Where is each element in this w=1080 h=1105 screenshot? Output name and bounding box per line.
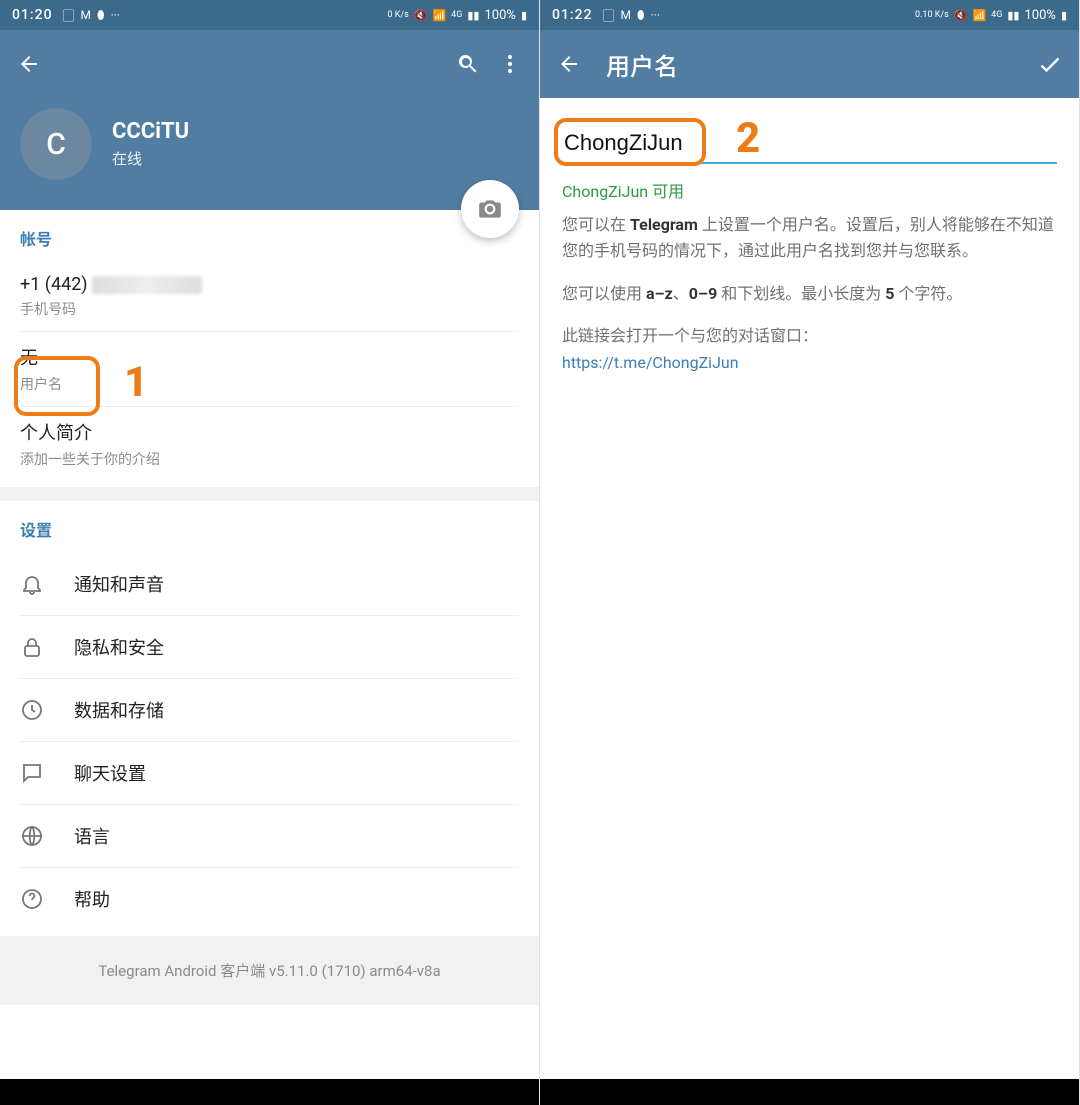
change-photo-button[interactable] <box>461 180 519 238</box>
back-button[interactable] <box>554 52 584 76</box>
hangouts-icon: ⬮ <box>637 8 645 23</box>
mail-icon: M <box>621 8 631 22</box>
phone-row[interactable]: +1 (442) 手机号码 <box>20 262 519 332</box>
username-description-3: 此链接会打开一个与您的对话窗口： https://t.me/ChongZiJun <box>540 319 1079 388</box>
settings-section: 设置 通知和声音 隐私和安全 数据和存储 聊天设置 语言 帮助 <box>0 501 539 936</box>
image-icon: ▢ <box>603 7 615 24</box>
mute-icon: 🔇 <box>414 9 428 22</box>
android-navbar[interactable] <box>0 1079 539 1105</box>
edit-username-screen: 01:22 ▢ M ⬮ ··· 0.10 K/s 🔇 📶 4G ▮▮ 100% … <box>540 0 1080 1105</box>
status-bar: 01:20 ▢ M ⬮ ··· 0 K/s 🔇 📶 4G ▮▮ 100% ▮ <box>0 0 539 30</box>
settings-chat[interactable]: 聊天设置 <box>20 742 519 805</box>
username-input-wrap <box>540 98 1079 164</box>
settings-help[interactable]: 帮助 <box>20 868 519 930</box>
help-icon <box>20 887 74 911</box>
username-label: 用户名 <box>20 374 519 394</box>
app-bar <box>0 30 539 98</box>
section-divider <box>0 487 539 501</box>
confirm-button[interactable] <box>1035 50 1065 78</box>
net-speed: 0.10 K/s <box>915 11 949 20</box>
clock-icon <box>20 698 74 722</box>
battery-icon: ▮ <box>521 9 527 22</box>
battery-text: 100% <box>1024 8 1055 23</box>
image-icon: ▢ <box>63 7 75 24</box>
phone-label: 手机号码 <box>20 299 519 319</box>
phone-blurred <box>92 276 202 294</box>
mail-icon: M <box>81 8 91 22</box>
username-value: 无 <box>20 344 519 370</box>
status-time: 01:22 <box>552 7 593 23</box>
appbar-title: 用户名 <box>606 47 678 82</box>
app-bar: 用户名 <box>540 30 1079 98</box>
username-row[interactable]: 无 用户名 <box>20 332 519 407</box>
status-notification-icons: ▢ M ⬮ ··· <box>63 7 120 24</box>
globe-icon <box>20 824 74 848</box>
account-section-title: 帐号 <box>20 226 519 250</box>
profile-link[interactable]: https://t.me/ChongZiJun <box>562 353 739 372</box>
profile-status: 在线 <box>112 148 189 169</box>
more-icon: ··· <box>651 8 660 22</box>
settings-language[interactable]: 语言 <box>20 805 519 868</box>
profile-header: C CCCiTU 在线 <box>0 98 539 210</box>
username-input[interactable] <box>562 124 1057 164</box>
bio-hint: 添加一些关于你的介绍 <box>20 449 519 469</box>
status-bar: 01:22 ▢ M ⬮ ··· 0.10 K/s 🔇 📶 4G ▮▮ 100% … <box>540 0 1079 30</box>
username-description-2: 您可以使用 a–z、0–9 和下划线。最小长度为 5 个字符。 <box>540 277 1079 319</box>
net-speed: 0 K/s <box>387 11 408 20</box>
settings-privacy[interactable]: 隐私和安全 <box>20 616 519 679</box>
chat-icon <box>20 761 74 785</box>
net-type: 4G <box>451 11 462 20</box>
settings-section-title: 设置 <box>20 517 519 541</box>
lock-icon <box>20 635 74 659</box>
wifi-icon: 📶 <box>432 9 446 22</box>
availability-text: ChongZiJun 可用 <box>540 164 1079 208</box>
signal-icon: ▮▮ <box>467 9 479 22</box>
profile-name: CCCiTU <box>112 119 189 144</box>
mute-icon: 🔇 <box>954 9 968 22</box>
net-type: 4G <box>991 11 1002 20</box>
wifi-icon: 📶 <box>972 9 986 22</box>
signal-icon: ▮▮ <box>1007 9 1019 22</box>
more-menu-button[interactable] <box>495 52 525 76</box>
settings-data[interactable]: 数据和存储 <box>20 679 519 742</box>
bio-row[interactable]: 个人简介 添加一些关于你的介绍 <box>20 407 519 481</box>
battery-text: 100% <box>484 8 515 23</box>
phone-value: +1 (442) <box>20 274 519 295</box>
status-notification-icons: ▢ M ⬮ ··· <box>603 7 660 24</box>
android-navbar[interactable] <box>540 1079 1079 1105</box>
settings-screen: 01:20 ▢ M ⬮ ··· 0 K/s 🔇 📶 4G ▮▮ 100% ▮ <box>0 0 540 1105</box>
bell-icon <box>20 572 74 596</box>
app-version: Telegram Android 客户端 v5.11.0 (1710) arm6… <box>0 936 539 1005</box>
search-button[interactable] <box>453 52 483 76</box>
bio-title: 个人简介 <box>20 419 519 445</box>
username-description-1: 您可以在 Telegram 上设置一个用户名。设置后，别人将能够在不知道您的手机… <box>540 208 1079 277</box>
status-time: 01:20 <box>12 7 53 23</box>
settings-notifications[interactable]: 通知和声音 <box>20 553 519 616</box>
back-button[interactable] <box>14 52 44 76</box>
avatar[interactable]: C <box>20 108 92 180</box>
battery-icon: ▮ <box>1061 9 1067 22</box>
account-section: 帐号 +1 (442) 手机号码 无 用户名 个人简介 添加一些关于你的介绍 <box>0 210 539 487</box>
more-icon: ··· <box>111 8 120 22</box>
hangouts-icon: ⬮ <box>97 8 105 23</box>
